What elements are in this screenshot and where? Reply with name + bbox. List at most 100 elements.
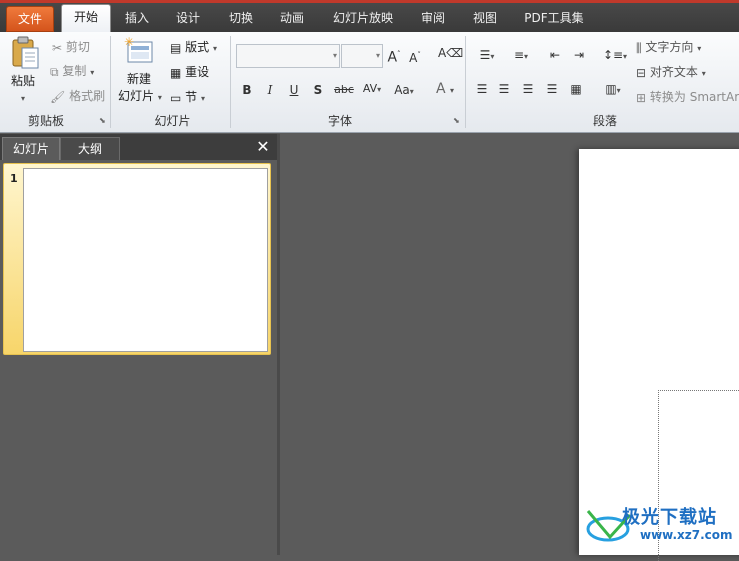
copy-button[interactable]: ⧉ 复制 ▾ bbox=[50, 63, 94, 81]
chevron-down-icon: ▾ bbox=[377, 85, 382, 94]
paste-icon[interactable] bbox=[9, 36, 41, 70]
font-color-button[interactable]: A ▾ bbox=[430, 80, 460, 100]
convert-smartart-button[interactable]: ⊞ 转换为 SmartArt bbox=[636, 89, 739, 106]
layout-button[interactable]: ▤ 版式 ▾ bbox=[170, 39, 217, 57]
char-spacing-button[interactable]: AV▾ bbox=[359, 80, 385, 99]
decrease-indent-button[interactable]: ⇤ bbox=[547, 46, 563, 64]
chevron-down-icon: ▾ bbox=[332, 51, 337, 60]
layout-label: 版式 bbox=[185, 40, 210, 54]
bullets-button[interactable]: ☰▾ bbox=[473, 46, 501, 66]
clipboard-launcher-icon[interactable]: ⬊ bbox=[99, 117, 107, 125]
tab-view[interactable]: 视图 bbox=[464, 6, 506, 30]
chevron-down-icon: ▾ bbox=[524, 52, 529, 61]
cut-button[interactable]: ✂ 剪切 bbox=[52, 39, 90, 56]
line-spacing-icon: ↕≡ bbox=[602, 48, 624, 62]
increase-indent-icon: ⇥ bbox=[573, 48, 585, 62]
clear-format-icon: A⌫ bbox=[438, 46, 464, 60]
chevron-down-icon: ▾ bbox=[375, 51, 380, 60]
chevron-down-icon: ▾ bbox=[450, 86, 455, 95]
copy-dropdown-icon: ▾ bbox=[90, 68, 95, 77]
chevron-down-icon: ▾ bbox=[409, 87, 414, 96]
justify-icon: ☰ bbox=[546, 82, 558, 96]
brush-icon: 🖌 bbox=[50, 89, 66, 104]
tab-design[interactable]: 设计 bbox=[167, 6, 209, 30]
align-text-button[interactable]: ⊟ 对齐文本 ▾ bbox=[636, 64, 706, 82]
clear-format-button[interactable]: A⌫ bbox=[438, 44, 463, 62]
paste-button[interactable]: 粘贴 bbox=[11, 73, 35, 89]
close-icon[interactable]: ✕ bbox=[255, 138, 271, 156]
tab-file[interactable]: 文件 bbox=[6, 6, 54, 32]
align-left-button[interactable]: ☰ bbox=[474, 80, 490, 98]
copy-icon: ⧉ bbox=[50, 64, 59, 79]
new-slide-icon[interactable]: ✳ bbox=[124, 35, 156, 66]
numbering-button[interactable]: ≡▾ bbox=[507, 46, 535, 66]
new-slide-button[interactable]: 新建 bbox=[127, 71, 151, 87]
text-direction-button[interactable]: ⫼ 文字方向 ▾ bbox=[636, 39, 701, 57]
reset-button[interactable]: ▦ 重设 bbox=[170, 64, 209, 81]
align-center-button[interactable]: ☰ bbox=[496, 80, 512, 98]
tab-insert[interactable]: 插入 bbox=[116, 6, 158, 30]
chevron-down-icon: ▾ bbox=[616, 86, 621, 95]
text-direction-label: 文字方向 bbox=[645, 40, 694, 54]
tab-review[interactable]: 审阅 bbox=[413, 6, 453, 30]
tab-outline-pane[interactable]: 大纲 bbox=[60, 137, 120, 160]
strikethrough-button[interactable]: abc bbox=[333, 81, 355, 99]
pane-splitter[interactable] bbox=[277, 134, 280, 555]
increase-indent-button[interactable]: ⇥ bbox=[571, 46, 587, 64]
chevron-down-icon: ▾ bbox=[623, 52, 628, 61]
tab-animations[interactable]: 动画 bbox=[271, 6, 313, 30]
tab-slides-pane[interactable]: 幻灯片 bbox=[2, 137, 60, 160]
scissors-icon: ✂ bbox=[52, 40, 63, 55]
reset-label: 重设 bbox=[185, 65, 210, 79]
tab-transitions[interactable]: 切换 bbox=[220, 6, 262, 30]
section-button[interactable]: ▭ 节 ▾ bbox=[170, 89, 205, 107]
slide-number: 1 bbox=[10, 172, 18, 185]
reset-icon: ▦ bbox=[170, 65, 182, 80]
tab-home[interactable]: 开始 bbox=[61, 4, 111, 32]
slides-group-label: 幻灯片 bbox=[154, 114, 191, 128]
format-painter-label: 格式刷 bbox=[69, 89, 106, 103]
font-size-combo[interactable]: ▾ bbox=[341, 44, 383, 68]
font-name-combo[interactable]: ▾ bbox=[236, 44, 340, 68]
distribute-button[interactable]: ▦ bbox=[568, 80, 584, 98]
grow-font-icon: A bbox=[387, 49, 398, 66]
new-slide-dropdown[interactable]: 幻灯片 ▾ bbox=[118, 88, 162, 106]
cut-label: 剪切 bbox=[65, 40, 90, 54]
align-right-icon: ☰ bbox=[522, 82, 534, 96]
align-right-button[interactable]: ☰ bbox=[520, 80, 536, 98]
char-spacing-icon: AV bbox=[362, 82, 378, 95]
bullets-icon: ☰ bbox=[479, 48, 491, 62]
watermark-url: www.xz7.com bbox=[640, 528, 733, 542]
group-divider bbox=[465, 36, 466, 128]
underline-button[interactable]: U bbox=[287, 81, 301, 99]
distribute-icon: ▦ bbox=[570, 82, 582, 96]
grow-font-button[interactable]: A˄ bbox=[387, 45, 401, 67]
justify-button[interactable]: ☰ bbox=[544, 80, 560, 98]
chevron-down-icon: ▾ bbox=[490, 52, 495, 61]
tab-slideshow[interactable]: 幻灯片放映 bbox=[325, 6, 401, 30]
columns-button[interactable]: ▥▾ bbox=[600, 80, 626, 100]
shrink-font-button[interactable]: A˅ bbox=[408, 46, 422, 67]
decrease-indent-icon: ⇤ bbox=[549, 48, 561, 62]
font-group-label: 字体 bbox=[327, 114, 352, 128]
italic-button[interactable]: I bbox=[263, 81, 277, 99]
clipboard-group-label: 剪贴板 bbox=[27, 114, 64, 128]
font-launcher-icon[interactable]: ⬊ bbox=[453, 117, 461, 125]
convert-smartart-label: 转换为 SmartArt bbox=[649, 90, 739, 104]
text-shadow-button[interactable]: S bbox=[311, 81, 325, 99]
svg-text:✳: ✳ bbox=[124, 36, 134, 49]
bold-button[interactable]: B bbox=[240, 81, 254, 99]
chevron-down-icon: ▾ bbox=[157, 93, 162, 102]
change-case-button[interactable]: Aa▾ bbox=[390, 81, 418, 101]
line-spacing-button[interactable]: ↕≡▾ bbox=[602, 46, 628, 66]
tab-pdf-tools[interactable]: PDF工具集 bbox=[516, 6, 592, 30]
chevron-down-icon: ▾ bbox=[697, 44, 702, 53]
slide-thumbnail[interactable] bbox=[23, 168, 268, 352]
font-color-icon: A bbox=[435, 81, 446, 97]
group-divider bbox=[230, 36, 231, 128]
format-painter-button[interactable]: 🖌 格式刷 bbox=[50, 88, 105, 105]
text-direction-icon: ⫼ bbox=[636, 40, 642, 55]
paste-dropdown-icon[interactable]: ▾ bbox=[21, 91, 25, 107]
smartart-icon: ⊞ bbox=[636, 90, 647, 105]
numbering-icon: ≡ bbox=[513, 48, 525, 62]
